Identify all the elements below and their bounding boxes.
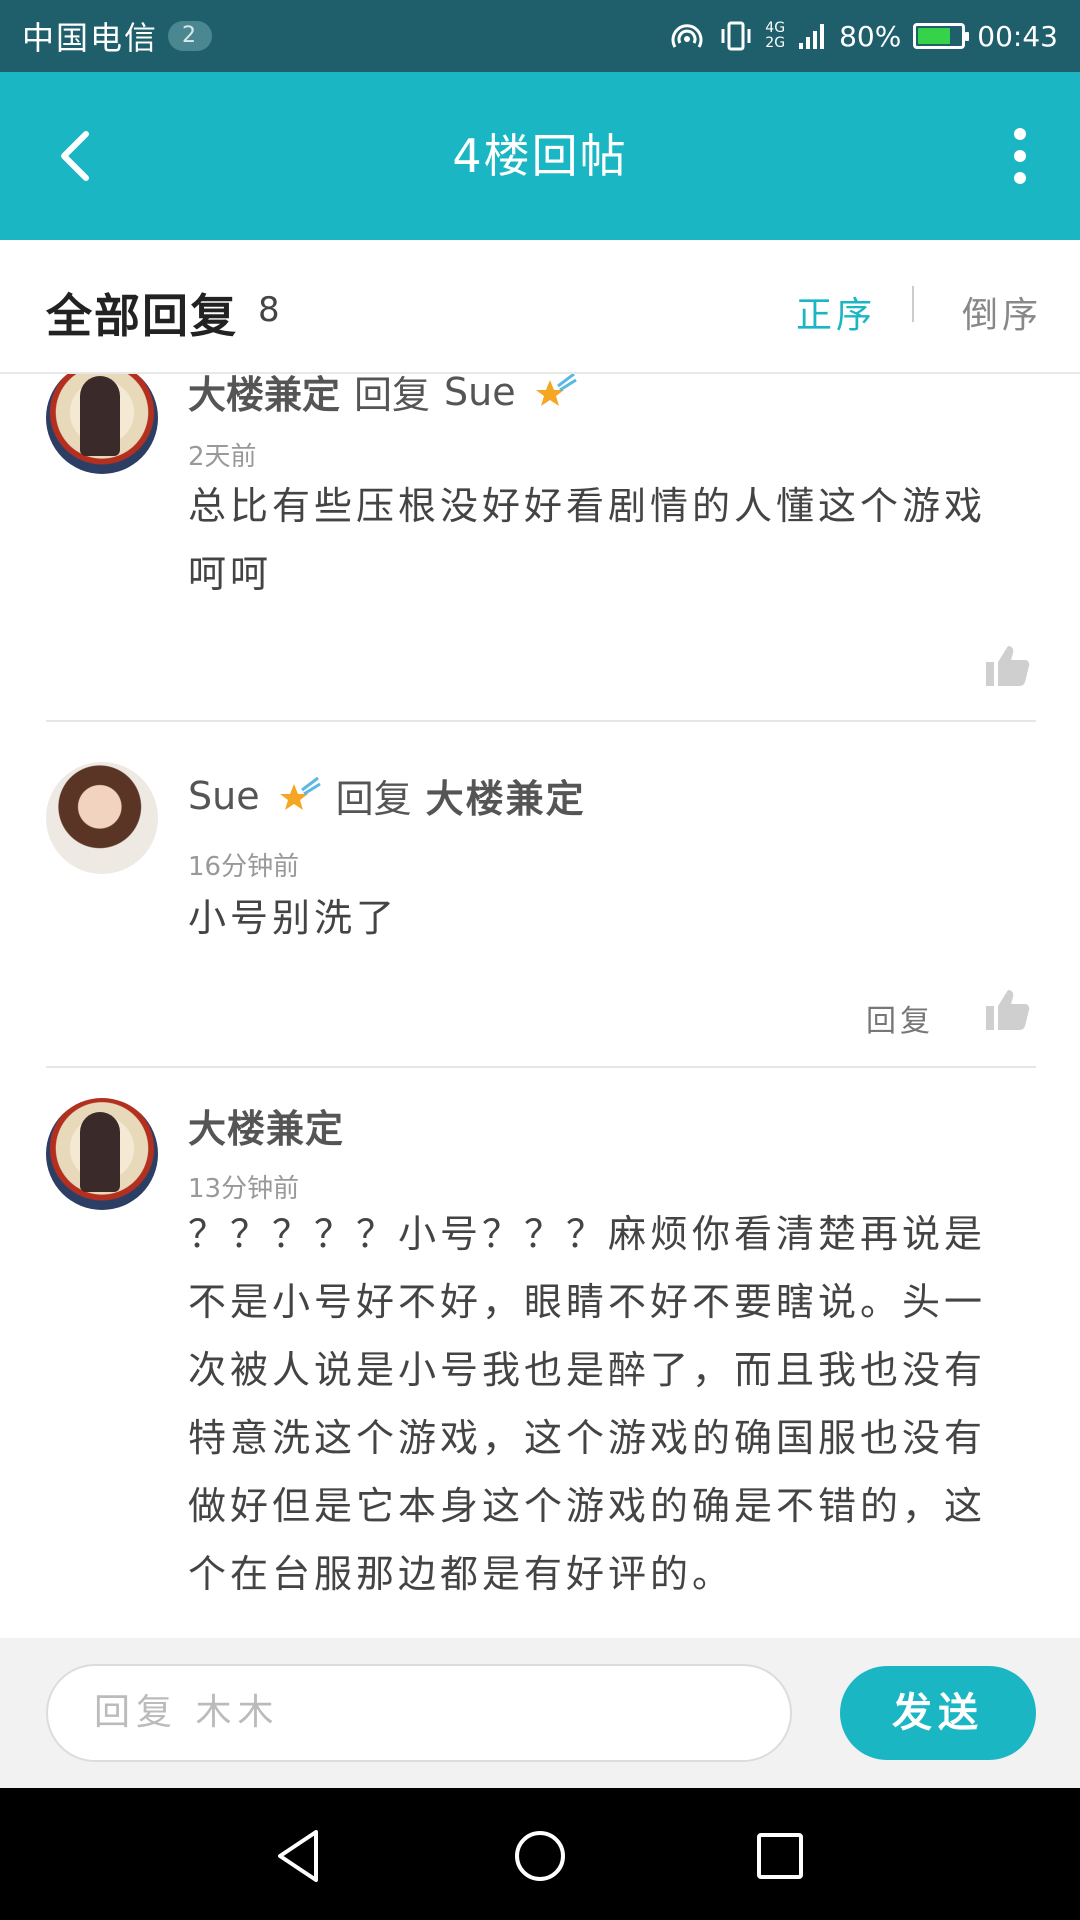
- reply-input[interactable]: 回复 木木: [46, 1664, 792, 1762]
- comment-header: Sue 回复 大楼兼定: [188, 768, 586, 823]
- reply-target[interactable]: Sue: [444, 374, 516, 414]
- comment-header: 大楼兼定 回复 Sue: [188, 374, 578, 419]
- battery-fill: [918, 28, 951, 44]
- sim-badge: 2: [168, 21, 213, 51]
- reply-word: 回复: [354, 374, 431, 417]
- sort-descending-tab[interactable]: 倒序: [962, 286, 1042, 338]
- network-top: 4G: [765, 20, 786, 36]
- carrier-label: 中国电信: [22, 19, 159, 57]
- hotspot-icon: [667, 19, 707, 53]
- comment-text: 总比有些压根没好好看剧情的人懂这个游戏呵呵: [188, 484, 987, 596]
- username[interactable]: 大楼兼定: [188, 374, 340, 419]
- system-nav-bar: [0, 1788, 1080, 1920]
- comment-text: ？？？？？小号？？？麻烦你看清楚再说是不是小号好不好，眼睛不好不要瞎说。头一次被…: [188, 1212, 987, 1596]
- status-bar: 中国电信 2 4G 2G 80% 00:43: [0, 0, 1080, 72]
- vibrate-icon: [719, 19, 753, 53]
- thumbs-up-icon[interactable]: [982, 642, 1030, 690]
- signal-icon: [797, 21, 827, 51]
- battery-percent: 80%: [839, 19, 902, 53]
- sort-ascending-tab[interactable]: 正序: [796, 286, 876, 338]
- all-replies-title: 全部回复: [46, 289, 238, 343]
- more-options-icon[interactable]: [990, 116, 1050, 196]
- avatar[interactable]: [46, 1098, 158, 1210]
- send-button[interactable]: 发送: [840, 1666, 1036, 1760]
- page-title: 4楼回帖: [452, 129, 628, 183]
- reply-button[interactable]: 回复: [866, 996, 934, 1040]
- thumbs-up-icon[interactable]: [982, 986, 1030, 1034]
- network-bottom: 2G: [765, 35, 786, 51]
- avatar[interactable]: [46, 762, 158, 874]
- nav-back-icon[interactable]: [268, 1824, 332, 1888]
- app-bar: 4楼回帖: [0, 72, 1080, 240]
- shooting-star-icon: [535, 374, 577, 406]
- avatar[interactable]: [46, 374, 158, 474]
- comment-item: 大楼兼定 13分钟前 ？？？？？小号？？？麻烦你看清楚再说是不是小号好不好，眼睛…: [0, 1068, 1080, 1638]
- nav-recents-icon[interactable]: [748, 1824, 812, 1888]
- username[interactable]: 大楼兼定: [188, 1098, 344, 1153]
- comment-list[interactable]: 大楼兼定 回复 Sue 2天前 总比有些压根没好好看剧情的人懂这个游戏呵呵 Su…: [0, 374, 1080, 1638]
- sort-divider: [912, 286, 914, 322]
- status-left: 中国电信 2: [22, 13, 213, 59]
- comment-item: Sue 回复 大楼兼定 16分钟前 小号别洗了 回复: [0, 722, 1080, 1068]
- network-type-label: 4G 2G: [765, 21, 785, 51]
- shooting-star-icon: [279, 776, 321, 810]
- comment-text: 小号别洗了: [188, 896, 399, 940]
- status-right: 4G 2G 80% 00:43: [667, 19, 1058, 53]
- reply-input-bar: 回复 木木 发送: [0, 1638, 1080, 1788]
- reply-target[interactable]: 大楼兼定: [426, 768, 586, 823]
- nav-home-icon[interactable]: [508, 1824, 572, 1888]
- reply-count: 8: [258, 290, 280, 330]
- comment-time: 16分钟前: [188, 852, 300, 882]
- reply-word: 回复: [335, 777, 412, 821]
- comment-time: 2天前: [188, 442, 257, 472]
- battery-icon: [913, 23, 970, 49]
- clock: 00:43: [977, 19, 1058, 53]
- username[interactable]: Sue: [188, 774, 260, 818]
- reply-header: 全部回复 8 正序 倒序: [0, 240, 1080, 374]
